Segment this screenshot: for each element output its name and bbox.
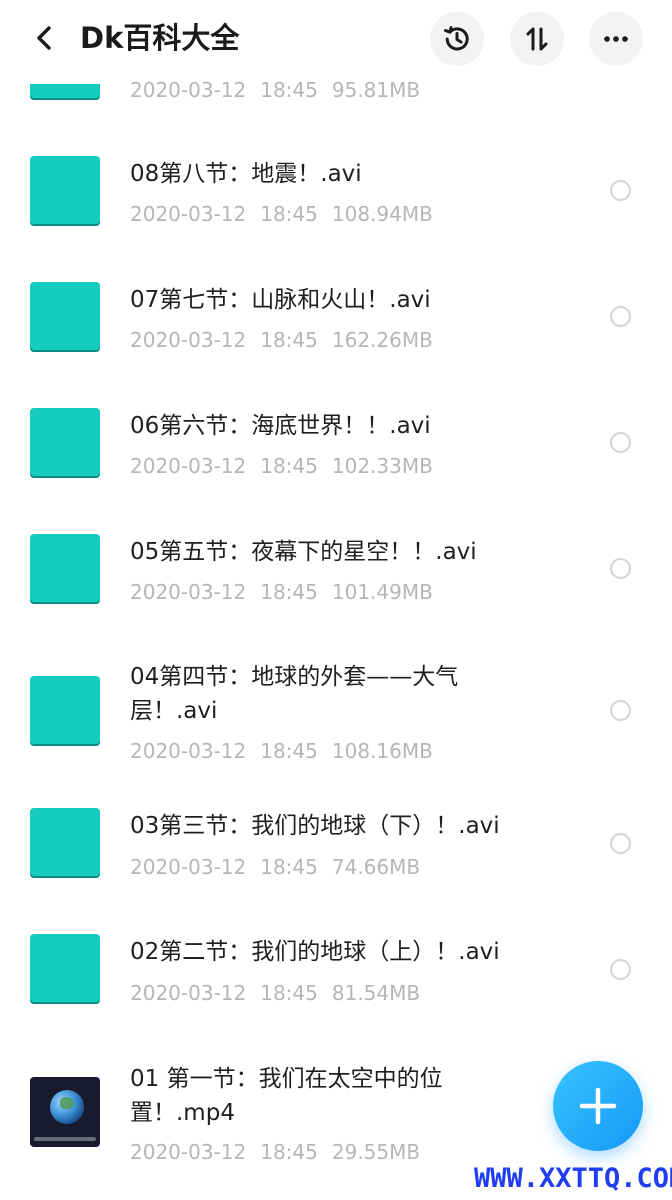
file-size: 102.33MB [331,454,433,478]
file-date: 2020-03-12 [130,855,247,879]
file-name: 01 第一节：我们在太空中的位置！.mp4 [130,1066,443,1126]
back-button[interactable] [26,20,62,56]
video-thumbnail [30,156,100,226]
file-meta: 2020-03-12 18:45 29.55MB [130,1138,434,1166]
file-name: 07第七节：山脉和火山！.avi [130,287,431,313]
file-list: 2020-03-12 18:45 95.81MB 08第八节：地震！.avi 202… [0,0,672,1200]
file-name: 03第三节：我们的地球（下）！.avi [130,813,500,839]
file-date: 2020-03-12 [130,202,247,226]
file-size: 162.26MB [331,328,433,352]
history-button[interactable] [430,12,484,66]
more-button[interactable] [589,12,643,66]
select-radio[interactable] [610,959,631,980]
file-meta: 2020-03-12 18:45 102.33MB [130,452,447,480]
file-name: 04第四节：地球的外套——大气层！.avi [130,664,459,724]
select-radio[interactable] [610,700,631,721]
file-name: 02第二节：我们的地球（上）！.avi [130,939,500,965]
file-size: 108.16MB [331,739,433,763]
video-thumbnail [30,808,100,878]
video-thumbnail [30,534,100,604]
file-meta: 2020-03-12 18:45 101.49MB [130,578,447,606]
sort-button[interactable] [510,12,564,66]
video-thumbnail [30,408,100,478]
select-radio[interactable] [610,180,631,201]
page-title: Dk百科大全 [80,21,240,55]
file-date: 2020-03-12 [130,739,247,763]
file-time: 18:45 [260,981,318,1005]
file-size: 101.49MB [331,580,433,604]
file-time: 18:45 [260,328,318,352]
file-name: 08第八节：地震！.avi [130,161,362,187]
file-time: 18:45 [260,855,318,879]
file-time: 18:45 [260,1140,318,1164]
file-size: 108.94MB [331,202,433,226]
file-meta: 2020-03-12 18:45 74.66MB [130,853,434,881]
earth-land-shape [60,1097,74,1109]
file-date: 2020-03-12 [130,454,247,478]
file-date: 2020-03-12 [130,78,247,102]
file-time: 18:45 [260,454,318,478]
video-thumbnail [30,84,100,100]
file-meta: 2020-03-12 18:45 108.16MB [130,737,447,765]
select-radio[interactable] [610,306,631,327]
file-time: 18:45 [260,78,318,102]
watermark-text: WWW.XXTTQ.COM [474,1163,672,1194]
thumbnail-caption-bar [34,1137,96,1141]
file-date: 2020-03-12 [130,328,247,352]
file-name: 05第五节：夜幕下的星空！！.avi [130,539,477,565]
video-thumbnail [30,676,100,746]
video-thumbnail [30,934,100,1004]
select-radio[interactable] [610,432,631,453]
file-meta: 2020-03-12 18:45 108.94MB [130,200,447,228]
file-date: 2020-03-12 [130,580,247,604]
file-size: 81.54MB [331,981,421,1005]
file-size: 29.55MB [331,1140,421,1164]
file-meta: 2020-03-12 18:45 95.81MB [130,76,434,104]
file-name: 06第六节：海底世界！！.avi [130,413,431,439]
file-time: 18:45 [260,202,318,226]
sort-icon [526,27,548,51]
video-thumbnail [30,282,100,352]
select-radio[interactable] [610,833,631,854]
file-time: 18:45 [260,580,318,604]
plus-icon [579,1087,617,1125]
file-meta: 2020-03-12 18:45 162.26MB [130,326,447,354]
history-icon [444,26,469,51]
file-date: 2020-03-12 [130,981,247,1005]
add-button[interactable] [553,1061,643,1151]
video-thumbnail [30,1077,100,1147]
top-bar: Dk百科大全 [0,0,672,78]
more-icon [604,36,628,42]
file-time: 18:45 [260,739,318,763]
file-size: 74.66MB [331,855,421,879]
select-radio[interactable] [610,558,631,579]
file-date: 2020-03-12 [130,1140,247,1164]
file-meta: 2020-03-12 18:45 81.54MB [130,979,434,1007]
file-size: 95.81MB [331,78,421,102]
chevron-left-icon [37,26,51,50]
